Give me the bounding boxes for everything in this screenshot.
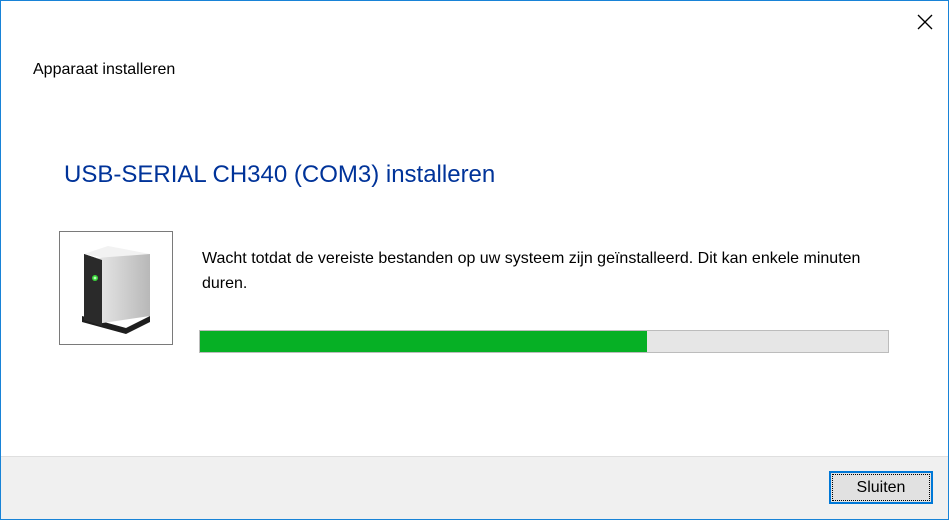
window-title: Apparaat installeren bbox=[33, 61, 176, 78]
progress-fill bbox=[200, 331, 648, 352]
device-icon-frame bbox=[59, 231, 173, 345]
install-heading: USB-SERIAL CH340 (COM3) installeren bbox=[64, 161, 496, 188]
window-close-button[interactable] bbox=[912, 9, 938, 35]
close-button[interactable]: Sluiten bbox=[829, 471, 933, 504]
dialog-footer: Sluiten bbox=[1, 456, 948, 519]
focus-indicator bbox=[832, 474, 930, 501]
close-icon bbox=[917, 14, 933, 30]
install-progress-bar bbox=[199, 330, 889, 353]
drive-device-icon bbox=[82, 246, 150, 334]
install-message: Wacht totdat de vereiste bestanden op uw… bbox=[202, 250, 861, 292]
install-dialog: Apparaat installeren USB-SERIAL CH340 (C… bbox=[0, 0, 949, 520]
